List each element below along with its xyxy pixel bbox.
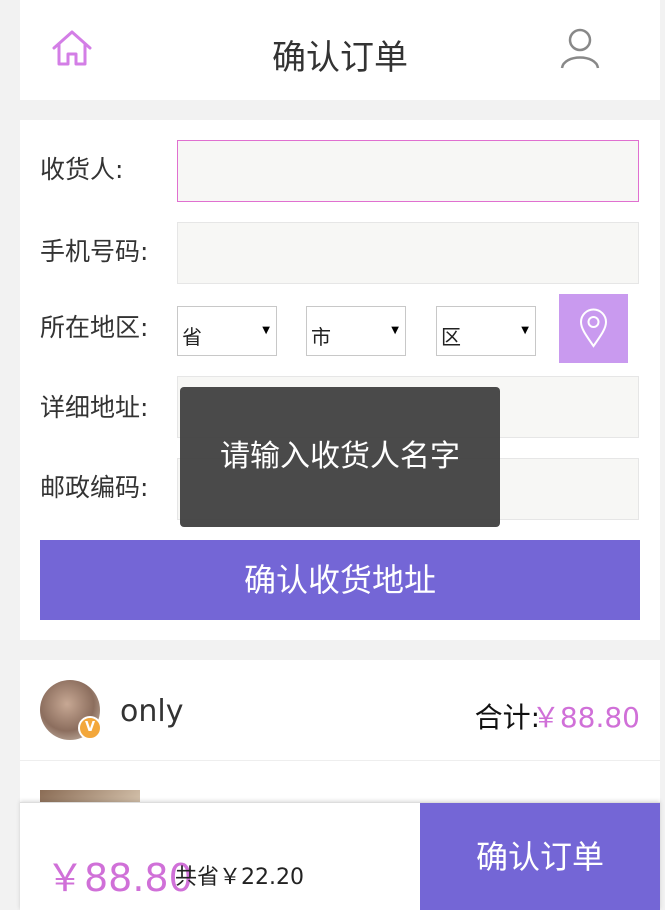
city-value: 市 <box>311 325 331 349</box>
dropdown-arrow-icon: ▼ <box>521 325 529 336</box>
phone-label: 手机号码: <box>40 237 149 266</box>
detail-address-label: 详细地址: <box>40 393 149 422</box>
dropdown-arrow-icon: ▼ <box>391 325 399 336</box>
city-select[interactable]: 市 ▼ <box>306 306 406 356</box>
toast-message: 请输入收货人名字 <box>180 387 500 527</box>
location-pin-icon <box>579 308 608 348</box>
phone-input[interactable] <box>177 222 639 284</box>
confirm-order-button[interactable]: 确认订单 <box>420 803 660 910</box>
user-icon[interactable] <box>558 26 602 70</box>
vip-badge: V <box>78 716 102 740</box>
total-value: ￥88.80 <box>531 701 640 734</box>
receiver-input[interactable] <box>177 140 639 202</box>
district-select[interactable]: 区 ▼ <box>436 306 536 356</box>
header-bar: 确认订单 <box>20 0 660 100</box>
confirm-address-button[interactable]: 确认收货地址 <box>40 540 640 620</box>
checkout-bar: ￥88.80 共省￥22.20 确认订单 <box>20 802 660 910</box>
postcode-label: 邮政编码: <box>40 473 149 502</box>
region-label: 所在地区: <box>40 313 149 342</box>
receiver-label: 收货人: <box>40 155 124 184</box>
province-value: 省 <box>182 325 202 349</box>
locate-button[interactable] <box>559 294 628 363</box>
district-value: 区 <box>441 325 461 349</box>
address-form: 收货人: 手机号码: 所在地区: 省 ▼ 市 ▼ 区 ▼ 详细地址: 邮政编码:… <box>20 120 660 640</box>
dropdown-arrow-icon: ▼ <box>262 325 270 336</box>
total-label: 合计: <box>474 701 540 734</box>
savings-text: 共省￥22.20 <box>175 865 304 890</box>
province-select[interactable]: 省 ▼ <box>177 306 277 356</box>
shop-name: only <box>120 694 184 729</box>
footer-price: ￥88.80 <box>46 856 193 900</box>
divider <box>20 760 660 761</box>
